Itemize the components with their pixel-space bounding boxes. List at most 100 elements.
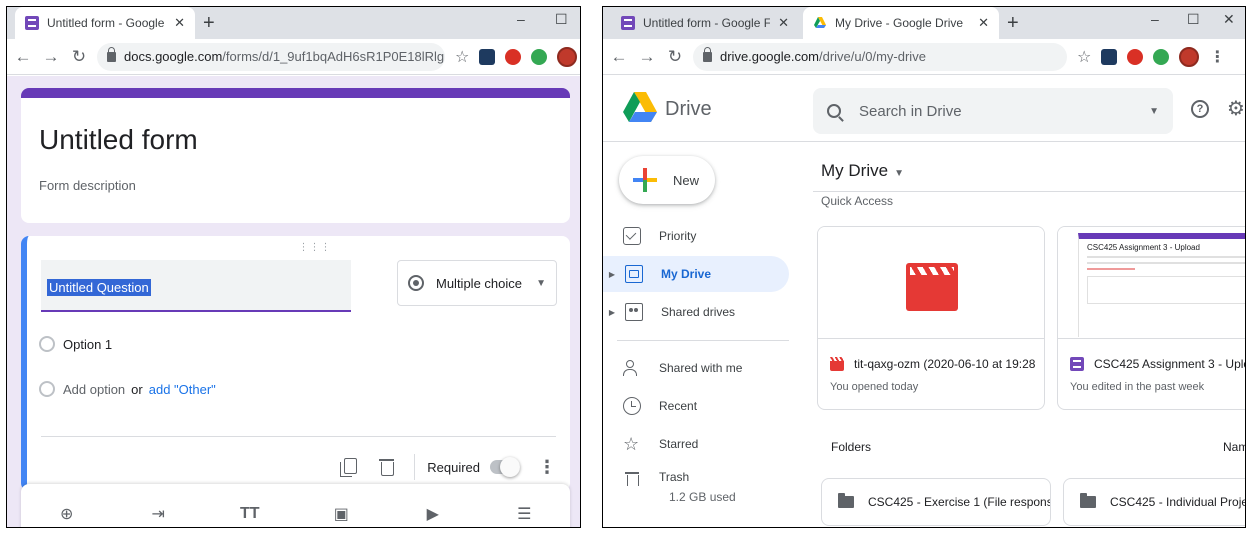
new-button[interactable]: New [619,156,715,204]
my-drive-title[interactable]: My Drive ▼ [821,161,904,181]
quick-access-card-2[interactable]: CSC425 Assignment 3 - Upload CSC425 Assi… [1057,226,1245,410]
more-options-icon[interactable]: ⋮ [538,457,556,478]
add-image-icon[interactable]: ▣ [329,504,353,524]
minimize-icon[interactable]: – [517,11,525,27]
add-other-link[interactable]: add "Other" [149,382,216,397]
question-card[interactable]: ⋮⋮⋮ Untitled Question Multiple choice ▼ … [21,236,570,491]
footer-separator [414,454,416,480]
lock-icon [107,46,116,62]
radio-icon [39,381,55,397]
dropdown-arrow-icon: ▼ [894,168,904,179]
form-description[interactable]: Form description [39,178,136,193]
forward-icon[interactable]: → [39,47,63,67]
forms-favicon-icon [25,16,39,30]
extension-1-icon[interactable] [1101,48,1118,65]
delete-icon[interactable] [376,456,398,478]
preview-box [1087,276,1245,304]
extension-1-icon[interactable] [479,48,496,65]
trash-icon [623,470,641,486]
drive-search-input[interactable]: Search in Drive ▼ [813,88,1173,134]
add-title-icon[interactable]: TT [238,505,262,523]
sidebar-item-shared-drives[interactable]: ▶ Shared drives [603,294,789,330]
quick-access-card-1[interactable]: tit-qaxg-ozm (2020-06-10 at 19:28 G... Y… [817,226,1045,410]
extension-3-icon[interactable] [531,48,548,65]
question-type-dropdown[interactable]: Multiple choice ▼ [397,260,557,306]
add-option-link[interactable]: Add option [63,382,125,397]
option-row-1[interactable]: Option 1 [39,336,112,352]
address-bar[interactable]: drive.google.com/drive/u/0/my-drive [693,42,1067,71]
address-bar[interactable]: docs.google.com/forms/d/1_9uf1bqAdH6sR1P… [97,42,445,71]
required-toggle[interactable] [490,457,520,477]
sidebar-item-trash[interactable]: Trash [603,464,789,486]
back-icon[interactable]: ← [607,47,631,67]
file-name-text: CSC425 Assignment 3 - Upload [1094,357,1245,371]
forms-favicon-icon [621,16,635,30]
sidebar-item-recent[interactable]: Recent [603,388,789,424]
forward-icon[interactable]: → [635,47,659,67]
bookmark-star-icon[interactable]: ☆ [1077,47,1091,67]
drag-handle-icon[interactable]: ⋮⋮⋮ [299,242,332,253]
close-tab-icon[interactable]: ✕ [978,15,989,31]
adblock-icon[interactable] [505,48,522,65]
browser-menu-icon[interactable]: ⋮ [1209,47,1225,67]
tab-my-drive[interactable]: My Drive - Google Drive ✕ [803,7,999,39]
tab-untitled-form[interactable]: Untitled form - Google Forms ✕ [611,7,799,39]
form-title[interactable]: Untitled form [39,124,198,156]
sidebar-item-shared-with-me[interactable]: Shared with me [603,350,789,386]
forms-toolbar: ← → ↻ docs.google.com/forms/d/1_9uf1bqAd… [7,39,580,75]
add-question-icon[interactable]: ⊕ [55,504,79,524]
radio-icon [39,336,55,352]
help-icon[interactable]: ? [1191,100,1209,118]
search-icon[interactable] [827,104,841,118]
form-header-card[interactable]: Untitled form Form description [21,88,570,223]
new-tab-icon[interactable]: + [1007,12,1019,35]
duplicate-icon[interactable] [338,456,360,478]
back-icon[interactable]: ← [11,47,35,67]
sort-by-name[interactable]: Nam [1223,440,1245,454]
search-options-icon[interactable]: ▼ [1149,106,1159,117]
sidebar-label: Shared with me [659,361,743,375]
option-1-label[interactable]: Option 1 [63,337,112,352]
settings-gear-icon[interactable]: ⚙ [1227,96,1245,121]
close-window-icon[interactable]: ✕ [1223,11,1235,28]
close-tab-icon[interactable]: ✕ [778,15,789,31]
preview-title: CSC425 Assignment 3 - Upload [1087,243,1200,252]
add-section-icon[interactable]: ☰ [512,504,536,524]
folder-card-1[interactable]: CSC425 - Exercise 1 (File responses) [821,478,1051,526]
maximize-icon[interactable]: ☐ [555,11,568,28]
sidebar-item-my-drive[interactable]: ▶ My Drive [603,256,789,292]
lock-icon [703,46,712,62]
close-tab-icon[interactable]: ✕ [174,15,185,31]
folder-name: CSC425 - Exercise 1 (File responses) [868,495,1051,509]
folder-name: CSC425 - Individual Project F [1110,495,1245,509]
expand-arrow-icon[interactable]: ▶ [605,270,619,279]
sidebar-label: Priority [659,229,697,243]
reload-icon[interactable]: ↻ [67,47,91,67]
url-host: docs.google.com [124,49,223,64]
sidebar-label: Trash [659,470,690,484]
profile-avatar[interactable] [557,46,578,67]
form-thumbnail: CSC425 Assignment 3 - Upload [1058,227,1245,339]
tab-untitled-form[interactable]: Untitled form - Google Forms ✕ [15,7,195,39]
tab-title: My Drive - Google Drive [835,16,964,30]
drive-logo-icon[interactable] [623,92,657,122]
minimize-icon[interactable]: – [1151,11,1159,27]
question-title-input[interactable]: Untitled Question [41,260,351,312]
reload-icon[interactable]: ↻ [663,47,687,67]
adblock-icon[interactable] [1127,48,1144,65]
profile-avatar[interactable] [1179,46,1200,67]
expand-arrow-icon[interactable]: ▶ [605,308,619,317]
maximize-icon[interactable]: ☐ [1187,11,1200,28]
bookmark-star-icon[interactable]: ☆ [455,47,469,67]
sidebar-item-priority[interactable]: Priority [603,218,789,254]
folder-card-2[interactable]: CSC425 - Individual Project F [1063,478,1245,526]
drive-app-name[interactable]: Drive [665,98,712,121]
new-tab-icon[interactable]: + [203,12,215,35]
sidebar-item-starred[interactable]: ☆ Starred [603,426,789,462]
add-video-icon[interactable]: ▶ [421,504,445,524]
required-label: Required [427,459,480,475]
clock-icon [623,397,641,415]
extension-3-icon[interactable] [1153,48,1170,65]
form-preview: CSC425 Assignment 3 - Upload [1078,233,1245,337]
import-questions-icon[interactable]: ⇥ [146,504,170,524]
